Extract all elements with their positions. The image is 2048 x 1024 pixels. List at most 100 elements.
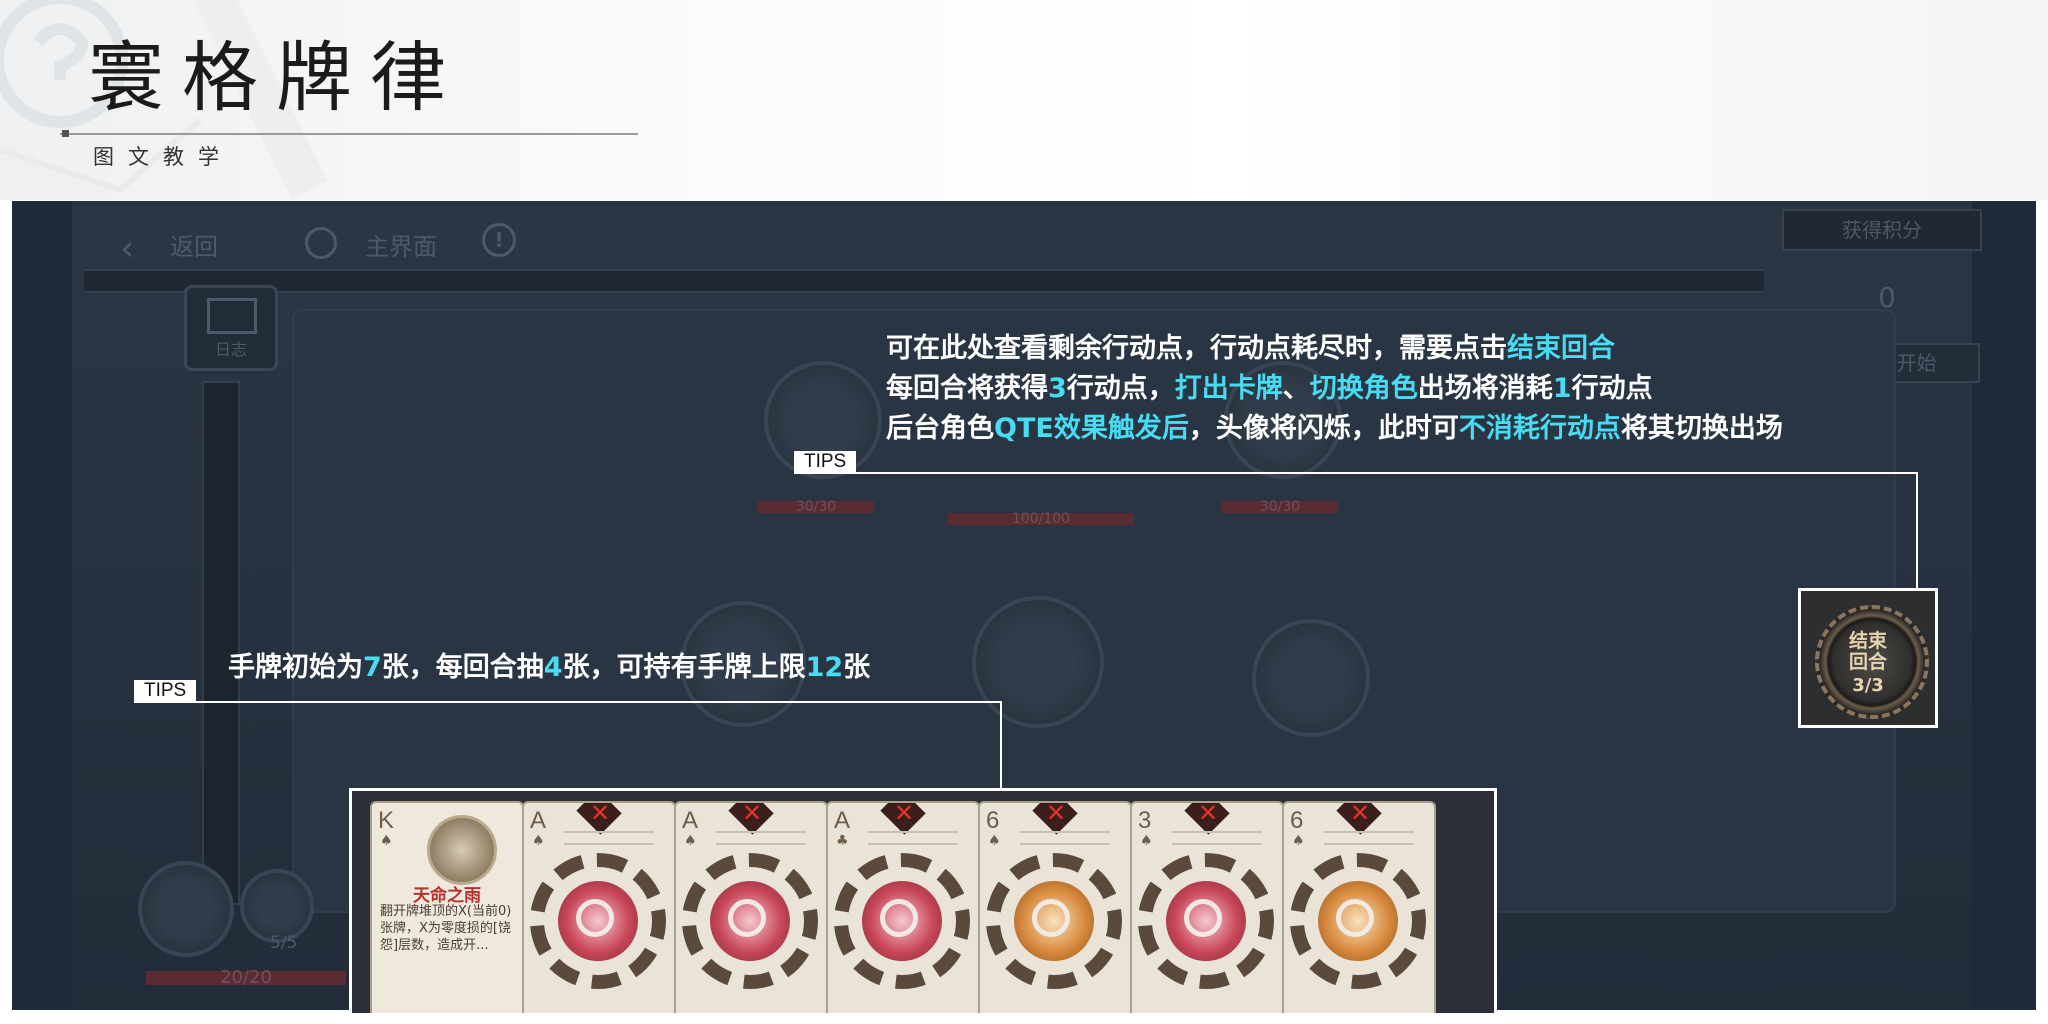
tip-highlight: QTE效果触发后 xyxy=(994,413,1189,444)
player-hp-bar: 20/20 xyxy=(146,969,346,987)
card-emblem-ring xyxy=(728,899,766,937)
end-turn-button[interactable]: 结束 回合 3/3 xyxy=(1798,588,1938,728)
info-icon[interactable]: ! xyxy=(482,223,516,257)
log-button[interactable]: 日志 xyxy=(184,285,278,371)
tips-connector xyxy=(1000,701,1002,789)
log-label: 日志 xyxy=(214,340,247,359)
cross-icon: ✕ xyxy=(1349,801,1371,827)
tip-text-segment: 、 xyxy=(1282,373,1310,404)
tip-highlight: 不消耗行动点 xyxy=(1458,413,1621,444)
tip-highlight: 3 xyxy=(1048,373,1067,404)
end-turn-label-line: 结束 xyxy=(1848,630,1887,652)
card-attack[interactable]: ✕ 6 ♠ xyxy=(1282,801,1436,1013)
score-panel-header: 获得积分 xyxy=(1782,209,1982,251)
tip-text-segment: 将其切换出场 xyxy=(1620,413,1783,444)
card-attack[interactable]: ✕ A ♣ xyxy=(826,801,980,1013)
card-description: 翻开牌堆顶的X(当前0)张牌，X为零度损的[饶怨]层数，造成开... xyxy=(380,904,512,953)
card-rank: A xyxy=(834,807,851,834)
card-emblem-ring xyxy=(880,899,918,937)
tip-text-segment: 可在此处查看剩余行动点，行动点耗尽时，需要点击 xyxy=(886,333,1507,364)
party-member-avatar[interactable] xyxy=(972,596,1104,728)
card-emblem-ring xyxy=(1184,899,1222,937)
card-fine-print xyxy=(1172,831,1262,845)
card-fine-print xyxy=(564,831,654,845)
club-icon: ♣ xyxy=(836,833,849,849)
tip-highlight: 打出卡牌 xyxy=(1174,373,1283,404)
tip-text-segment: 手牌初始为 xyxy=(228,652,363,683)
cross-icon: ✕ xyxy=(893,801,915,827)
tip-text-segment: 行动点 xyxy=(1571,373,1653,404)
card-emblem-ring xyxy=(1032,899,1070,937)
tip-text-segment: 出场将消耗 xyxy=(1417,373,1553,404)
card-fine-print xyxy=(1020,831,1110,845)
card-attack[interactable]: ✕ A ♠ xyxy=(674,801,828,1013)
card-attack[interactable]: ✕ 6 ♠ xyxy=(978,801,1132,1013)
spade-icon: ♠ xyxy=(1140,833,1153,849)
card-attack[interactable]: ✕ A ♠ xyxy=(522,801,676,1013)
page-title: 寰格牌律 xyxy=(88,33,464,122)
tips-connector xyxy=(134,701,1002,703)
spade-icon: ♠ xyxy=(988,833,1001,849)
character-portrait xyxy=(427,815,497,885)
back-arrow-icon[interactable]: ‹ xyxy=(120,228,134,269)
card-rank: 6 xyxy=(1290,807,1304,834)
tip-highlight: 7 xyxy=(363,652,382,683)
player-avatar[interactable] xyxy=(138,861,234,957)
card-rank: A xyxy=(530,807,547,834)
page-subtitle: 图文教学 xyxy=(93,145,233,169)
tips-connector xyxy=(1916,472,1918,590)
spade-icon: ♠ xyxy=(684,833,697,849)
tip-highlight: 12 xyxy=(805,652,844,683)
tip-line: 每回合将获得3行动点，打出卡牌、切换角色出场将消耗1行动点 xyxy=(886,369,1783,409)
card-rank: K xyxy=(378,807,395,834)
home-icon[interactable] xyxy=(305,227,337,259)
cross-icon: ✕ xyxy=(741,801,763,827)
tips-tag: TIPS xyxy=(134,680,197,702)
skill-icon[interactable] xyxy=(240,869,314,943)
cross-icon: ✕ xyxy=(1197,801,1219,827)
tip-text-segment: 张 xyxy=(843,652,871,683)
side-pillar xyxy=(202,381,240,905)
tip-text-segment: 行动点， xyxy=(1066,373,1175,404)
tips-connector xyxy=(794,472,1918,474)
tip-text-segment: 张，可持有手牌上限 xyxy=(562,652,806,683)
tip-line: 后台角色QTE效果触发后，头像将闪烁，此时可不消耗行动点将其切换出场 xyxy=(886,409,1783,449)
hand-cards: K ♠ 天命之雨 翻开牌堆顶的X(当前0)张牌，X为零度损的[饶怨]层数，造成开… xyxy=(349,788,1497,1013)
player-card-count: 5/5 xyxy=(270,933,298,953)
tip-highlight: 结束回合 xyxy=(1507,333,1615,364)
tip-action-points: 可在此处查看剩余行动点，行动点耗尽时，需要点击结束回合 每回合将获得3行动点，打… xyxy=(886,329,1783,449)
action-points-counter: 3/3 xyxy=(1852,675,1884,696)
card-fine-print xyxy=(716,831,806,845)
tip-hand-cards: 手牌初始为7张，每回合抽4张，可持有手牌上限12张 xyxy=(228,648,870,688)
title-divider xyxy=(60,133,638,135)
title-divider-dot xyxy=(62,130,69,137)
card-fine-print xyxy=(1324,831,1414,845)
enemy-hp-bar: 30/30 xyxy=(758,500,874,514)
spade-icon: ♠ xyxy=(1292,833,1305,849)
spade-icon: ♠ xyxy=(380,833,393,849)
tip-text-segment: 每回合将获得 xyxy=(886,373,1048,404)
end-turn-label-line: 回合 xyxy=(1848,651,1887,673)
card-character[interactable]: K ♠ 天命之雨 翻开牌堆顶的X(当前0)张牌，X为零度损的[饶怨]层数，造成开… xyxy=(370,801,524,1013)
home-button[interactable]: 主界面 xyxy=(365,227,437,262)
cross-icon: ✕ xyxy=(1045,801,1067,827)
card-rank: A xyxy=(682,807,699,834)
enemy-hp-bar: 100/100 xyxy=(948,512,1134,526)
spade-icon: ♠ xyxy=(532,833,545,849)
party-member-avatar[interactable] xyxy=(1252,619,1370,737)
card-rank: 6 xyxy=(986,807,1000,834)
card-emblem-ring xyxy=(1336,899,1374,937)
tip-text-segment: ，头像将闪烁，此时可 xyxy=(1188,413,1459,444)
cross-icon: ✕ xyxy=(589,801,611,827)
back-button[interactable]: 返回 xyxy=(170,227,218,262)
log-icon xyxy=(207,298,257,334)
tip-highlight: 4 xyxy=(543,652,563,683)
tip-text-segment: 张，每回合抽 xyxy=(381,652,544,683)
top-rail xyxy=(84,269,1764,293)
end-turn-label: 结束 回合 xyxy=(1801,631,1935,673)
enemy-hp-bar: 30/30 xyxy=(1222,500,1338,514)
tip-text-segment: 后台角色 xyxy=(886,413,994,444)
card-emblem-ring xyxy=(576,899,614,937)
card-rank: 3 xyxy=(1138,807,1152,834)
card-attack[interactable]: ✕ 3 ♠ xyxy=(1130,801,1284,1013)
